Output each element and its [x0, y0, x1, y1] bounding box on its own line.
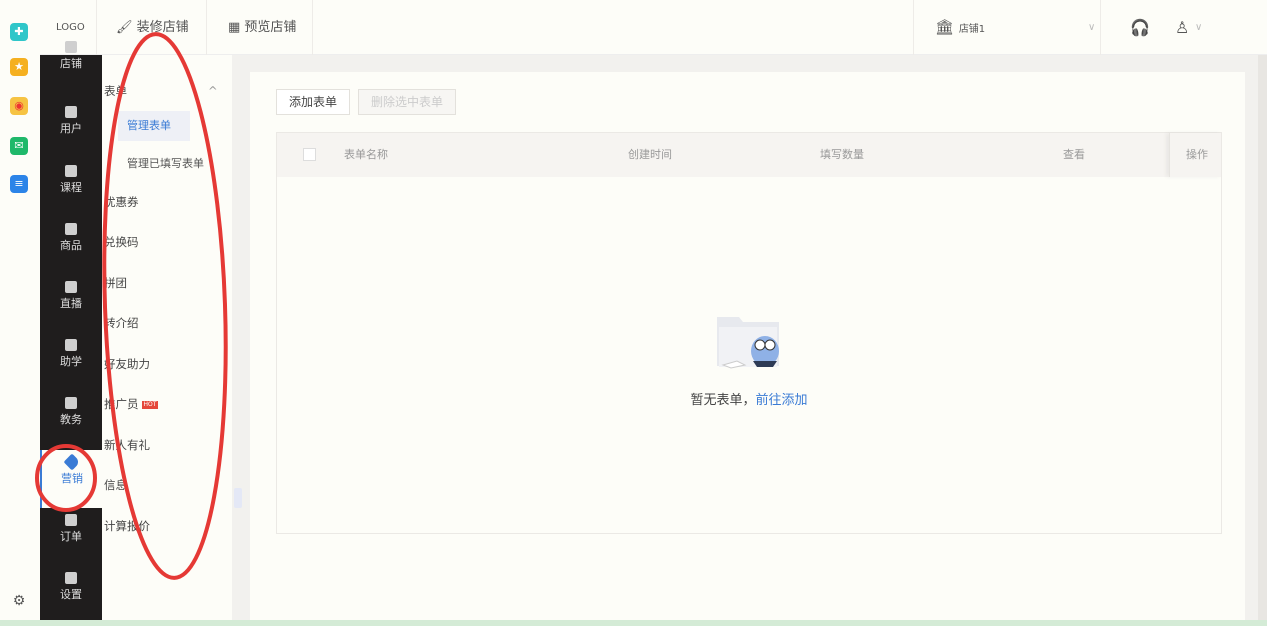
table-header: 表单名称 创建时间 填写数量 查看 操作 — [277, 133, 1221, 177]
store-name: 店铺1 — [959, 24, 985, 35]
paint-roller-icon: 🖌 — [116, 20, 137, 35]
preview-label: 预览店铺 — [244, 20, 296, 35]
nav-item-settings[interactable]: 设置 — [40, 566, 102, 624]
nav-item-academic[interactable]: 教务 — [40, 391, 102, 449]
submenu-coupon[interactable]: 优惠券 — [104, 192, 139, 212]
nav-label: 商品 — [60, 239, 82, 252]
gamepad-icon — [65, 339, 77, 351]
column-created-time: 创建时间 — [628, 133, 672, 177]
select-all-checkbox[interactable] — [303, 148, 316, 161]
star-icon[interactable]: ★ — [10, 58, 28, 76]
mail-icon[interactable]: ✉ — [10, 137, 28, 155]
decorate-label: 装修店铺 — [137, 20, 189, 35]
document-icon[interactable]: ≡ — [10, 175, 28, 193]
chevron-up-icon[interactable]: ^ — [208, 81, 218, 101]
nav-label: 用户 — [60, 122, 82, 135]
empty-state: 暂无表单，前往添加 — [277, 303, 1221, 408]
weibo-icon[interactable]: ◉ — [10, 97, 28, 115]
submenu-promoter[interactable]: 推广员HOT — [104, 394, 158, 414]
nav-item-marketing[interactable]: 营销 — [40, 450, 102, 508]
store-selector[interactable]: 🏛 店铺1 — [935, 0, 985, 55]
submenu-friend-help[interactable]: 好友助力 — [104, 354, 150, 374]
user-icon[interactable]: ♙ — [1175, 0, 1189, 55]
column-actions: 操作 — [1169, 133, 1222, 177]
order-icon — [65, 514, 77, 526]
users-icon — [65, 106, 77, 118]
nav-label: 设置 — [60, 588, 82, 601]
nav-item-goods[interactable]: 商品 — [40, 217, 102, 275]
app-dock: ✚ ★ ◉ ✉ ≡ ⚙ — [0, 0, 40, 620]
decorate-store-link[interactable]: 🖌 装修店铺 — [116, 0, 189, 55]
nav-item-live[interactable]: 直播 — [40, 275, 102, 333]
delete-selected-forms-button[interactable]: 删除选中表单 — [358, 89, 456, 115]
submenu-group-buy[interactable]: 拼团 — [104, 273, 127, 293]
nav-label: 订单 — [60, 530, 82, 543]
headset-icon[interactable]: 🎧 — [1130, 0, 1150, 55]
nav-item-orders[interactable]: 订单 — [40, 508, 102, 566]
video-icon — [65, 281, 77, 293]
nav-item-study[interactable]: 助学 — [40, 333, 102, 391]
hot-badge: HOT — [142, 401, 159, 409]
submenu-redeem-code[interactable]: 兑换码 — [104, 232, 139, 252]
gear-icon — [65, 572, 77, 584]
collapse-handle[interactable] — [234, 488, 242, 508]
main-nav: 店铺 用户 课程 商品 直播 助学 教务 营销 订单 设置 — [40, 55, 102, 620]
submenu-group-forms[interactable]: 表单 — [104, 81, 127, 101]
bottom-strip — [0, 620, 1267, 626]
submenu-message[interactable]: 信息 — [104, 475, 127, 495]
page-scrollbar[interactable] — [1258, 55, 1267, 620]
qr-code-icon: ▦ — [228, 20, 244, 35]
nav-label: 营销 — [61, 472, 83, 485]
chevron-down-icon[interactable]: ∨ — [1195, 0, 1202, 55]
book-icon — [65, 165, 77, 177]
empty-owl-illustration — [709, 303, 789, 383]
nav-label: 店铺 — [60, 57, 82, 70]
column-view: 查看 — [1063, 133, 1085, 177]
add-form-button[interactable]: 添加表单 — [276, 89, 350, 115]
preview-store-link[interactable]: ▦ 预览店铺 — [228, 0, 296, 55]
submenu-manage-forms[interactable]: 管理表单 — [118, 111, 190, 141]
sub-menu: 表单 ^ 管理表单 管理已填写表单 优惠券 兑换码 拼团 转介绍 好友助力 推广… — [102, 55, 232, 620]
content-card: 添加表单 删除选中表单 表单名称 创建时间 填写数量 查看 操作 暂无表单，前往… — [250, 72, 1245, 620]
store-icon — [65, 41, 77, 53]
column-form-name: 表单名称 — [344, 133, 388, 177]
nav-item-users[interactable]: 用户 — [40, 100, 102, 158]
nav-label: 直播 — [60, 297, 82, 310]
board-icon — [65, 397, 77, 409]
forms-table: 表单名称 创建时间 填写数量 查看 操作 暂无表单，前往添加 — [276, 132, 1222, 534]
submenu-referral[interactable]: 转介绍 — [104, 313, 139, 333]
tag-icon — [64, 454, 81, 471]
go-add-link[interactable]: 前往添加 — [756, 393, 808, 408]
nav-label: 助学 — [60, 355, 82, 368]
bag-icon — [65, 223, 77, 235]
submenu-quote-calculator[interactable]: 计算报价 — [104, 516, 150, 536]
chevron-down-icon[interactable]: ∨ — [1088, 0, 1095, 55]
app-plus-icon[interactable]: ✚ — [10, 23, 28, 41]
settings-gear-icon[interactable]: ⚙ — [10, 592, 28, 610]
column-fill-count: 填写数量 — [820, 133, 864, 177]
nav-item-courses[interactable]: 课程 — [40, 159, 102, 217]
submenu-manage-filled-forms[interactable]: 管理已填写表单 — [118, 154, 204, 174]
nav-label: 课程 — [60, 181, 82, 194]
promoter-label: 推广员 — [104, 397, 139, 411]
top-bar: LOGO 🖌 装修店铺 ▦ 预览店铺 🏛 店铺1 ∨ 🎧 ♙ ∨ — [40, 0, 1267, 55]
submenu-new-user-gift[interactable]: 新人有礼 — [104, 435, 150, 455]
empty-text: 暂无表单， — [690, 393, 755, 408]
nav-item-store[interactable]: 店铺 — [40, 35, 102, 93]
bank-icon: 🏛 — [935, 18, 959, 36]
nav-label: 教务 — [60, 413, 82, 426]
